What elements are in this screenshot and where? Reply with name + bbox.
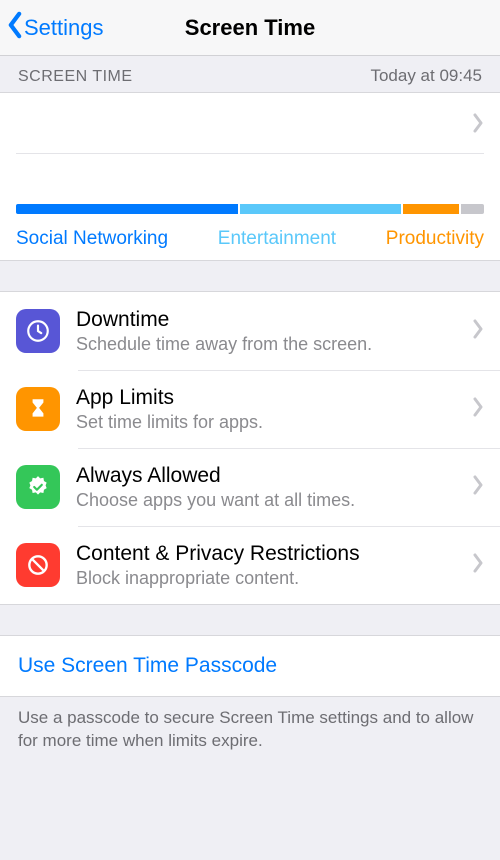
row-content-privacy[interactable]: Content & Privacy Restrictions Block ina… <box>0 526 500 604</box>
row-texts: Downtime Schedule time away from the scr… <box>76 308 464 355</box>
usage-section-label: SCREEN TIME <box>18 68 133 86</box>
row-always-allowed[interactable]: Always Allowed Choose apps you want at a… <box>0 448 500 526</box>
legend-social: Social Networking <box>16 228 168 250</box>
use-passcode-label: Use Screen Time Passcode <box>18 654 277 677</box>
usage-bar <box>16 204 484 214</box>
use-passcode-button[interactable]: Use Screen Time Passcode <box>0 635 500 697</box>
back-label: Settings <box>24 15 104 41</box>
bar-segment-social <box>16 204 238 214</box>
row-title: App Limits <box>76 386 464 410</box>
checkmark-seal-icon <box>16 465 60 509</box>
usage-legend: Social Networking Entertainment Producti… <box>16 228 484 250</box>
usage-section-header: SCREEN TIME Today at 09:45 <box>0 56 500 92</box>
nav-bar: Settings Screen Time <box>0 0 500 56</box>
bar-segment-entertainment <box>240 204 402 214</box>
options-group: Downtime Schedule time away from the scr… <box>0 291 500 605</box>
row-subtitle: Schedule time away from the screen. <box>76 334 464 355</box>
moon-clock-icon <box>16 309 60 353</box>
row-texts: App Limits Set time limits for apps. <box>76 386 464 433</box>
row-downtime[interactable]: Downtime Schedule time away from the scr… <box>0 292 500 370</box>
spacer <box>0 605 500 635</box>
row-title: Content & Privacy Restrictions <box>76 542 464 566</box>
row-app-limits[interactable]: App Limits Set time limits for apps. <box>0 370 500 448</box>
legend-productivity: Productivity <box>386 228 484 250</box>
passcode-footer: Use a passcode to secure Screen Time set… <box>0 697 500 753</box>
chevron-right-icon <box>472 113 484 133</box>
row-texts: Content & Privacy Restrictions Block ina… <box>76 542 464 589</box>
row-subtitle: Set time limits for apps. <box>76 412 464 433</box>
usage-block: Social Networking Entertainment Producti… <box>0 92 500 261</box>
chevron-right-icon <box>472 475 484 500</box>
back-button[interactable]: Settings <box>0 11 104 45</box>
bar-segment-other <box>461 204 484 214</box>
spacer <box>0 261 500 291</box>
chevron-left-icon <box>6 11 24 45</box>
usage-timestamp: Today at 09:45 <box>370 66 482 86</box>
usage-detail-row[interactable] <box>0 93 500 153</box>
row-subtitle: Choose apps you want at all times. <box>76 490 464 511</box>
no-entry-icon <box>16 543 60 587</box>
usage-chart: Social Networking Entertainment Producti… <box>0 154 500 260</box>
row-subtitle: Block inappropriate content. <box>76 568 464 589</box>
chevron-right-icon <box>472 397 484 422</box>
bar-segment-productivity <box>403 204 458 214</box>
chevron-right-icon <box>472 553 484 578</box>
row-texts: Always Allowed Choose apps you want at a… <box>76 464 464 511</box>
hourglass-icon <box>16 387 60 431</box>
chevron-right-icon <box>472 319 484 344</box>
legend-entertainment: Entertainment <box>218 228 336 250</box>
row-title: Always Allowed <box>76 464 464 488</box>
row-title: Downtime <box>76 308 464 332</box>
